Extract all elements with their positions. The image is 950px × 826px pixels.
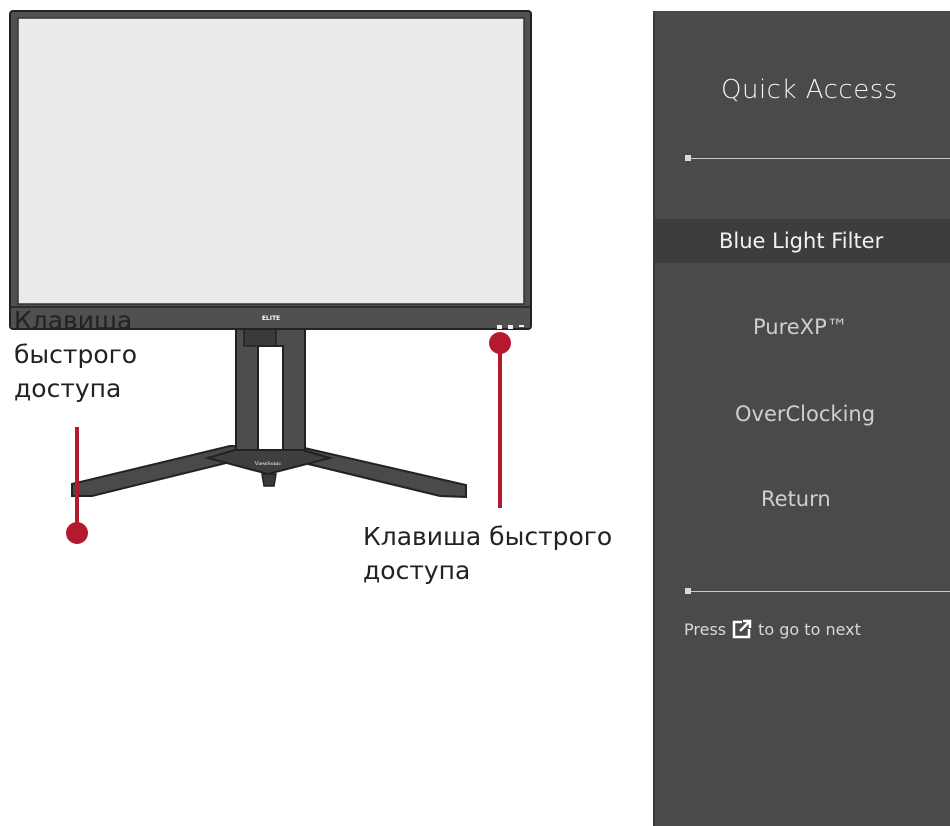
hint-next-text: to go to next — [758, 619, 861, 639]
viewsonic-logo: ViewSonic — [254, 461, 282, 467]
hint-press-text: Press — [684, 619, 727, 639]
osd-item-blue-light-filter[interactable]: Blue Light Filter — [655, 219, 950, 263]
quick-access-osd-menu: Quick Access Blue Light Filter PureXP™ O… — [653, 11, 950, 826]
osd-divider-top — [685, 155, 950, 161]
osd-title: Quick Access — [721, 75, 898, 105]
callout-pointer-right — [489, 332, 511, 508]
osd-item-label: Return — [761, 487, 831, 511]
divider-marker — [685, 588, 691, 594]
elite-logo: ELITE — [262, 315, 280, 322]
osd-item-overclocking[interactable]: OverClocking — [655, 392, 950, 436]
osd-item-label: Blue Light Filter — [719, 229, 884, 253]
monitor-illustration: ELITE ViewSonic — [9, 10, 532, 544]
shortcut-arrow-icon — [732, 619, 752, 639]
osd-item-purexp[interactable]: PureXP™ — [655, 305, 950, 349]
osd-divider-bottom — [685, 588, 950, 594]
quick-access-key-label-right: Клавиша быстрого доступа — [363, 522, 613, 585]
quick-access-key-label-left: Клавиша быстрого доступа — [14, 306, 138, 403]
osd-item-label: PureXP™ — [753, 315, 848, 339]
osd-item-return[interactable]: Return — [655, 477, 950, 521]
divider-marker — [685, 155, 691, 161]
osd-item-label: OverClocking — [735, 402, 876, 426]
osd-hint: Press to go to next — [684, 619, 861, 639]
